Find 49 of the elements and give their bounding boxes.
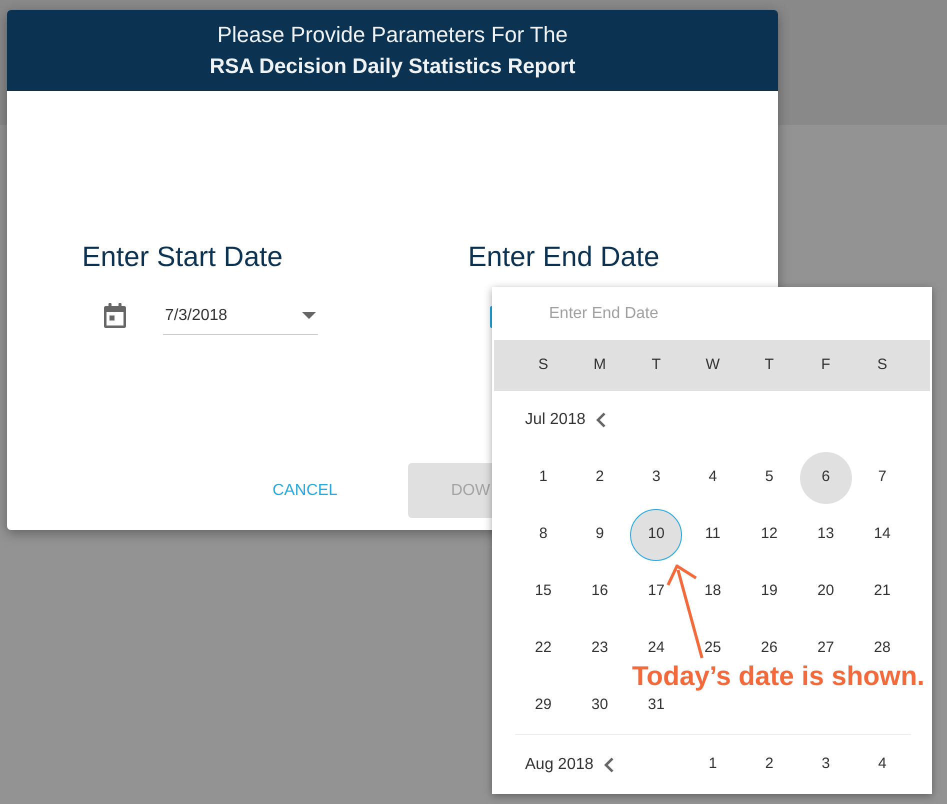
month-label: Jul 2018 <box>525 410 586 430</box>
weekday-label: W <box>706 355 720 376</box>
calendar-day[interactable]: 8 <box>517 508 570 560</box>
calendar-day[interactable]: 4 <box>856 738 908 790</box>
calendar-day[interactable]: 3 <box>630 452 682 504</box>
annotation-text: Today’s date is shown. <box>632 661 925 691</box>
calendar-day[interactable]: 19 <box>743 566 796 618</box>
chevron-left-icon[interactable] <box>604 756 614 772</box>
weekday-label: T <box>652 355 661 376</box>
calendar-day[interactable]: 1 <box>517 452 570 504</box>
calendar-day[interactable]: 30 <box>574 680 626 732</box>
dropdown-caret-icon[interactable] <box>302 312 316 319</box>
calendar-day[interactable]: 14 <box>856 508 908 560</box>
calendar-day[interactable]: 5 <box>743 452 796 504</box>
chevron-left-icon[interactable] <box>596 412 606 428</box>
weekday-label: F <box>821 355 830 376</box>
calendar-day[interactable]: 1 <box>686 738 739 790</box>
weekday-label: S <box>877 355 888 376</box>
calendar-day[interactable]: 7 <box>856 452 908 504</box>
calendar-day[interactable]: 4 <box>686 452 739 504</box>
calendar-day[interactable]: 16 <box>574 566 626 618</box>
calendar-day[interactable]: 2 <box>743 738 796 790</box>
calendar-day[interactable]: 9 <box>574 508 626 560</box>
calendar-day[interactable]: 29 <box>517 680 570 732</box>
weekday-label: T <box>764 355 774 376</box>
calendar-icon[interactable] <box>103 303 127 329</box>
calendar-day[interactable]: 11 <box>686 508 739 560</box>
dialog-title: Please Provide Parameters For The <box>217 21 568 49</box>
field-label: Enter Start Date <box>82 240 283 274</box>
calendar-day[interactable]: 21 <box>856 566 908 618</box>
field-label: Enter End Date <box>468 240 660 274</box>
calendar-day[interactable]: 23 <box>574 622 626 674</box>
report-title: RSA Decision Daily Statistics Report <box>210 54 576 80</box>
calendar-day[interactable]: 18 <box>686 566 739 618</box>
calendar-day[interactable]: 6 <box>800 452 852 504</box>
month-label: Aug 2018 <box>525 754 594 774</box>
calendar-day[interactable]: 20 <box>800 566 852 618</box>
date-input-field[interactable]: Enter End Date <box>549 298 889 328</box>
weekday-label: S <box>538 355 548 376</box>
calendar-day[interactable]: 2 <box>574 452 626 504</box>
calendar-day[interactable]: 13 <box>800 508 852 560</box>
calendar-day[interactable]: 12 <box>743 508 796 560</box>
calendar-day[interactable]: 15 <box>517 566 570 618</box>
date-input-field[interactable]: 7/3/2018 <box>163 297 318 335</box>
calendar-day[interactable]: 17 <box>630 566 682 618</box>
weekday-label: M <box>594 355 606 376</box>
calendar-day[interactable]: 3 <box>800 738 852 790</box>
calendar-day[interactable]: 22 <box>517 622 570 674</box>
calendar-day[interactable]: 10 <box>630 508 682 560</box>
